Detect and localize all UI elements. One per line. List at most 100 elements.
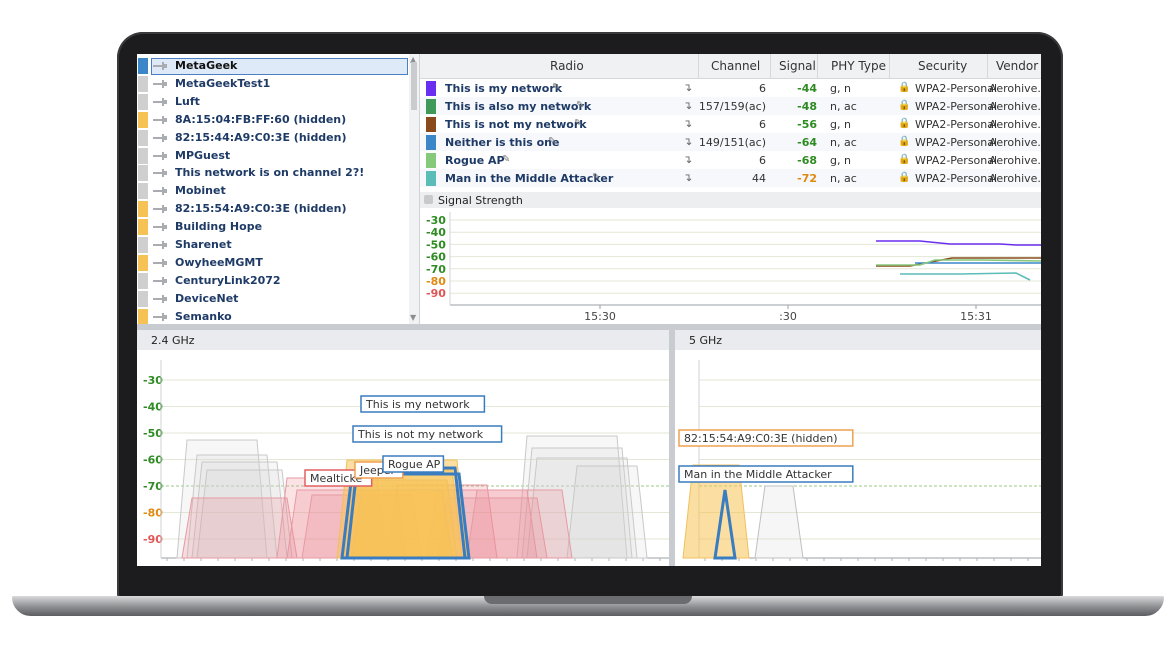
spectrum-label-text: Man in the Middle Attacker xyxy=(684,468,832,481)
network-color-swatch[interactable] xyxy=(138,183,148,200)
network-color-swatch[interactable] xyxy=(138,237,148,253)
pin-icon[interactable] xyxy=(153,312,167,322)
panel-gear-icon[interactable] xyxy=(424,195,433,204)
network-list-item[interactable]: Sharenet xyxy=(137,236,409,254)
column-header[interactable]: Radio xyxy=(550,59,584,73)
expand-arrow-icon[interactable]: ↴ xyxy=(683,153,692,166)
network-color-swatch[interactable] xyxy=(138,58,148,74)
network-list-item[interactable]: 8A:15:04:FB:FF:60 (hidden) xyxy=(137,111,409,129)
pin-icon[interactable] xyxy=(153,151,167,161)
network-list-item[interactable]: OwyheeMGMT xyxy=(137,254,409,272)
network-list-item[interactable]: Semanko xyxy=(137,308,409,326)
network-color-swatch[interactable] xyxy=(138,272,148,289)
network-list-item[interactable]: Luft xyxy=(137,93,409,111)
label-rogue-ap[interactable]: Rogue AP xyxy=(382,455,445,473)
network-color-swatch[interactable] xyxy=(138,254,148,271)
y-tick-label: -40 xyxy=(143,401,163,414)
column-header[interactable]: Signal xyxy=(779,59,816,73)
column-header[interactable]: Channel xyxy=(711,59,760,73)
channel6-network-shape[interactable] xyxy=(351,489,453,559)
expand-arrow-icon[interactable]: ↴ xyxy=(683,117,692,130)
table-row[interactable]: Rogue AP ✎ ↴ 6 -68 g, n 🔒 WPA2-Personal Aerohive… xyxy=(420,150,1041,169)
pin-icon[interactable] xyxy=(153,276,167,286)
network-list-item[interactable]: Building Hope xyxy=(137,218,409,236)
network-list-item[interactable]: This network is on channel 2?! xyxy=(137,164,409,182)
signal-series-line xyxy=(900,272,1031,281)
signal-strength-title: Signal Strength xyxy=(438,194,523,207)
phy-type-value: g, n xyxy=(830,117,851,131)
network-list[interactable]: ▲ ▼ MetaGeek MetaGeekTest1 Luft 8A:15:04:FB… xyxy=(137,54,420,326)
pin-icon[interactable] xyxy=(153,258,167,268)
column-separator[interactable] xyxy=(817,54,818,78)
expand-arrow-icon[interactable]: ↴ xyxy=(683,135,692,148)
column-separator[interactable] xyxy=(698,54,699,78)
5g-grey-network-shape[interactable] xyxy=(754,485,804,559)
network-color-swatch[interactable] xyxy=(138,290,148,307)
network-list-item[interactable]: MetaGeek xyxy=(137,57,409,75)
network-color-swatch[interactable] xyxy=(138,147,148,164)
table-row[interactable]: This is not my network ✎ ↴ 6 -56 g, n 🔒 WPA2-Pe… xyxy=(420,114,1041,133)
column-header[interactable]: PHY Type xyxy=(831,59,886,73)
column-header[interactable]: Vendor xyxy=(996,59,1038,73)
expand-arrow-icon[interactable]: ↴ xyxy=(683,171,692,184)
table-row[interactable]: This is also my network ✎ ↴ 157/159(ac) -48 n… xyxy=(420,96,1041,115)
pin-icon[interactable] xyxy=(153,168,167,178)
network-color-swatch[interactable] xyxy=(138,129,148,146)
network-list-item[interactable]: MPGuest xyxy=(137,147,409,165)
vendor-value: Aerohive... xyxy=(989,135,1041,149)
pin-icon[interactable] xyxy=(153,79,167,89)
network-name: 82:15:54:A9:C0:3E (hidden) xyxy=(175,202,347,216)
network-color-swatch[interactable] xyxy=(138,165,148,182)
pencil-icon[interactable]: ✎ xyxy=(576,100,584,111)
phy-type-value: n, ac xyxy=(830,171,857,185)
pencil-icon[interactable]: ✎ xyxy=(552,82,560,93)
pin-icon[interactable] xyxy=(153,97,167,107)
scroll-down-icon[interactable]: ▼ xyxy=(410,313,416,322)
interfering-network-shape[interactable] xyxy=(466,489,573,559)
pin-icon[interactable] xyxy=(153,61,167,71)
label-this-is-my-network[interactable]: This is my network xyxy=(360,395,486,413)
expand-arrow-icon[interactable]: ↴ xyxy=(683,99,692,112)
table-row[interactable]: Man in the Middle Attacker ✎ ↴ 44 -72 n, ac 🔒 W… xyxy=(420,168,1041,187)
pencil-icon[interactable]: ✎ xyxy=(502,154,510,165)
network-color-swatch[interactable] xyxy=(138,308,148,325)
label-man-in-middle[interactable]: Man in the Middle Attacker xyxy=(678,465,854,483)
security-value: WPA2-Personal xyxy=(915,117,998,131)
network-color-swatch[interactable] xyxy=(138,75,148,92)
label-hidden-5g[interactable]: 82:15:54:A9:C0:3E (hidden) xyxy=(678,429,854,447)
network-list-item[interactable]: DeviceNet xyxy=(137,290,409,308)
pin-icon[interactable] xyxy=(153,133,167,143)
bg-network-shape[interactable] xyxy=(566,465,648,559)
column-header[interactable]: Security xyxy=(918,59,967,73)
radio-color-swatch xyxy=(426,98,436,114)
pin-icon[interactable] xyxy=(153,294,167,304)
table-row[interactable]: Neither is this one ✎ ↴ 149/151(ac) -64 n, ac… xyxy=(420,132,1041,151)
pin-icon[interactable] xyxy=(153,186,167,196)
network-list-item[interactable]: Mobinet xyxy=(137,182,409,200)
network-list-scrollbar[interactable]: ▲ ▼ xyxy=(409,54,419,324)
network-list-item[interactable]: CenturyLink2072 xyxy=(137,272,409,290)
pencil-icon[interactable]: ✎ xyxy=(592,172,600,183)
pin-icon[interactable] xyxy=(153,204,167,214)
scroll-thumb[interactable] xyxy=(411,62,417,110)
column-separator[interactable] xyxy=(987,54,988,78)
network-color-swatch[interactable] xyxy=(138,93,148,110)
table-header: Radio Channel Signal PHY Type Security Vendor xyxy=(420,54,1041,79)
network-list-item[interactable]: 82:15:54:A9:C0:3E (hidden) xyxy=(137,200,409,218)
network-color-swatch[interactable] xyxy=(138,111,148,128)
column-separator[interactable] xyxy=(770,54,771,78)
x-tick-label: :30 xyxy=(779,310,797,323)
pencil-icon[interactable]: ✎ xyxy=(574,118,582,129)
label-this-is-not-my-network[interactable]: This is not my network xyxy=(352,425,503,443)
network-list-item[interactable]: 82:15:44:A9:C0:3E (hidden) xyxy=(137,129,409,147)
column-separator[interactable] xyxy=(889,54,890,78)
expand-arrow-icon[interactable]: ↴ xyxy=(683,81,692,94)
pin-icon[interactable] xyxy=(153,240,167,250)
pencil-icon[interactable]: ✎ xyxy=(548,136,556,147)
table-row[interactable]: This is my network ✎ ↴ 6 -44 g, n 🔒 WPA2-Person… xyxy=(420,79,1041,97)
network-color-swatch[interactable] xyxy=(138,219,148,236)
network-color-swatch[interactable] xyxy=(138,201,148,218)
pin-icon[interactable] xyxy=(153,115,167,125)
network-list-item[interactable]: MetaGeekTest1 xyxy=(137,75,409,93)
pin-icon[interactable] xyxy=(153,222,167,232)
